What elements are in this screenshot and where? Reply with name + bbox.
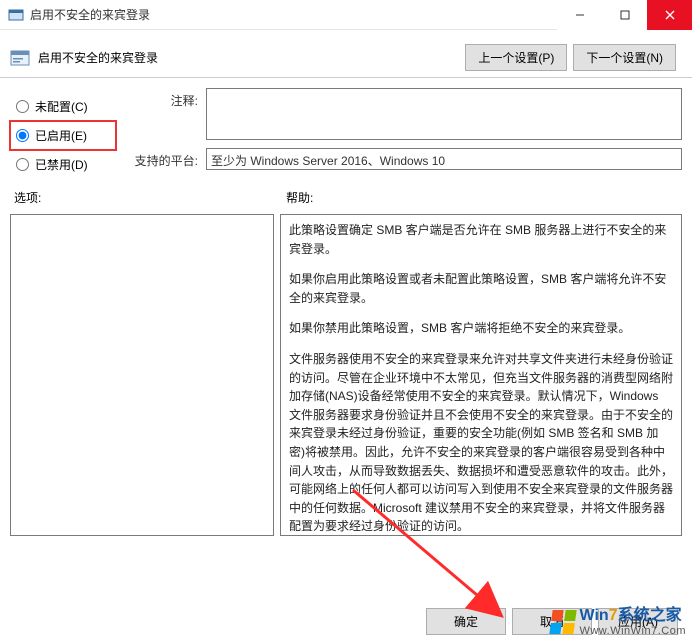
platform-value: 至少为 Windows Server 2016、Windows 10 [206,148,682,170]
header-row: 启用不安全的来宾登录 上一个设置(P) 下一个设置(N) [0,30,692,78]
radio-enabled-input[interactable] [16,129,29,142]
help-paragraph: 此策略设置确定 SMB 客户端是否允许在 SMB 服务器上进行不安全的来宾登录。 [289,221,673,258]
radio-enabled[interactable]: 已启用(E) [10,121,116,150]
cancel-button[interactable]: 取消 [512,608,592,635]
help-pane[interactable]: 此策略设置确定 SMB 客户端是否允许在 SMB 服务器上进行不安全的来宾登录。… [280,214,682,536]
comment-input[interactable] [206,88,682,140]
comment-label: 注释: [126,88,206,109]
app-icon [8,7,24,23]
panes: 此策略设置确定 SMB 客户端是否允许在 SMB 服务器上进行不安全的来宾登录。… [0,214,692,536]
radio-disabled-label: 已禁用(D) [35,156,88,173]
radio-not-configured-label: 未配置(C) [35,98,88,115]
titlebar: 启用不安全的来宾登录 [0,0,692,30]
radio-disabled[interactable]: 已禁用(D) [10,150,116,179]
next-setting-button[interactable]: 下一个设置(N) [573,44,676,71]
fields-column: 注释: 支持的平台: 至少为 Windows Server 2016、Windo… [126,88,682,179]
options-pane[interactable] [10,214,274,536]
help-paragraph: 如果你启用此策略设置或者未配置此策略设置，SMB 客户端将允许不安全的来宾登录。 [289,270,673,307]
help-paragraph: 如果你禁用此策略设置，SMB 客户端将拒绝不安全的来宾登录。 [289,319,673,338]
radio-enabled-label: 已启用(E) [35,127,87,144]
options-label: 选项: [10,189,280,206]
apply-button[interactable]: 应用(A) [598,608,678,635]
config-area: 未配置(C) 已启用(E) 已禁用(D) 注释: 支持的平台: 至少为 Wind… [0,78,692,183]
minimize-button[interactable] [557,0,602,30]
policy-icon [10,48,30,68]
section-labels: 选项: 帮助: [0,189,692,210]
dialog-footer: 确定 取消 应用(A) [426,608,678,635]
state-radio-group: 未配置(C) 已启用(E) 已禁用(D) [10,88,116,179]
maximize-button[interactable] [602,0,647,30]
radio-disabled-input[interactable] [16,158,29,171]
previous-setting-button[interactable]: 上一个设置(P) [465,44,567,71]
ok-button[interactable]: 确定 [426,608,506,635]
help-paragraph: 文件服务器使用不安全的来宾登录来允许对共享文件夹进行未经身份验证的访问。尽管在企… [289,350,673,536]
close-button[interactable] [647,0,692,30]
window-title: 启用不安全的来宾登录 [30,6,557,23]
radio-not-configured-input[interactable] [16,100,29,113]
window-controls [557,0,692,30]
radio-not-configured[interactable]: 未配置(C) [10,92,116,121]
platform-label: 支持的平台: [126,148,206,169]
help-label: 帮助: [280,189,313,206]
policy-title: 启用不安全的来宾登录 [38,49,465,66]
